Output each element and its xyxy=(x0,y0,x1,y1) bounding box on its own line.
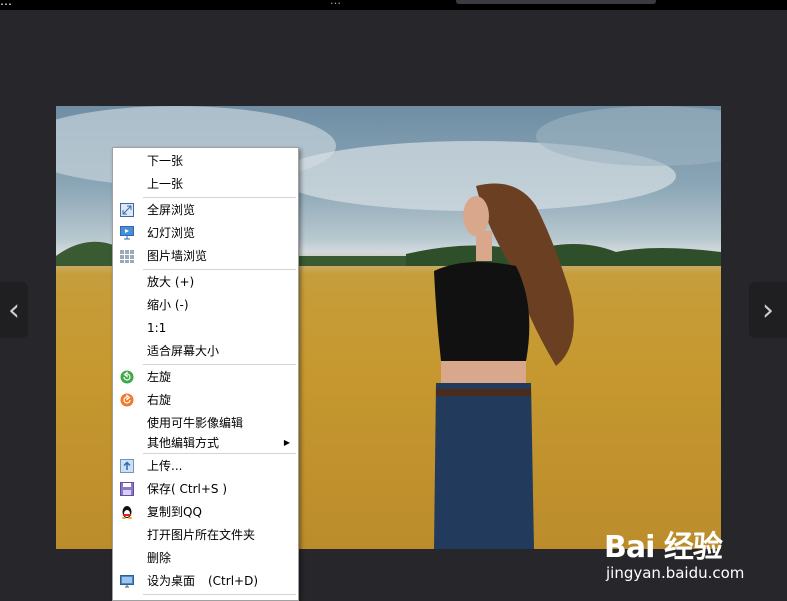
slideshow-icon xyxy=(120,226,134,240)
menu-item-label: 上传... xyxy=(147,459,183,473)
menu-item-label: 幻灯浏览 xyxy=(147,226,196,240)
menu-item-label: 打开图片所在文件夹 xyxy=(147,528,256,542)
title-bar-text: … xyxy=(330,0,341,7)
menu-item-label: 适合屏幕大小 xyxy=(147,344,220,358)
title-bar-search-field[interactable] xyxy=(456,0,656,4)
menu-separator xyxy=(143,594,296,595)
menu-item-label: 其他编辑方式 xyxy=(147,436,220,450)
menu-item-label: 缩小 (-) xyxy=(147,298,189,312)
menu-item-rotate-left[interactable]: 左旋 xyxy=(113,367,298,387)
menu-item-fullscreen[interactable]: 全屏浏览 xyxy=(113,200,298,220)
menu-item-label: 右旋 xyxy=(147,393,172,407)
image-wall-icon xyxy=(120,250,134,263)
menu-item-label: 保存( Ctrl+S ) xyxy=(147,482,228,496)
menu-item-label: 上一张 xyxy=(147,177,184,191)
menu-item-actual-size[interactable]: 1:1 xyxy=(113,318,298,338)
previous-image-button[interactable]: ‹ xyxy=(0,282,28,338)
qq-penguin-icon xyxy=(122,506,132,519)
watermark-url: jingyan.baidu.com xyxy=(606,564,745,582)
rotate-left-icon xyxy=(120,370,134,384)
menu-separator xyxy=(143,197,296,198)
title-bar: … … xyxy=(0,0,787,10)
save-floppy-icon xyxy=(120,482,134,496)
rotate-right-icon xyxy=(120,393,134,407)
menu-item-prev[interactable]: 上一张 xyxy=(113,174,298,194)
menu-item-slideshow[interactable]: 幻灯浏览 xyxy=(113,223,298,243)
menu-item-open-folder[interactable]: 打开图片所在文件夹 xyxy=(113,525,298,545)
menu-item-copy-qq[interactable]: 复制到QQ xyxy=(113,502,298,522)
menu-item-label: 删除 xyxy=(147,551,172,565)
next-image-button[interactable]: › xyxy=(749,282,787,338)
menu-item-label: 全屏浏览 xyxy=(147,203,196,217)
menu-separator xyxy=(143,364,296,365)
chevron-left-icon: ‹ xyxy=(8,292,20,328)
menu-item-label: 设为桌面 xyxy=(147,574,196,588)
menu-item-image-wall[interactable]: 图片墙浏览 xyxy=(113,246,298,266)
menu-item-rotate-right[interactable]: 右旋 xyxy=(113,390,298,410)
menu-item-label: 图片墙浏览 xyxy=(147,249,208,263)
menu-item-zoom-in[interactable]: 放大 (+) xyxy=(113,272,298,292)
menu-item-set-wallpaper[interactable]: 设为桌面 (Ctrl+D) xyxy=(113,571,298,591)
menu-item-save[interactable]: 保存( Ctrl+S ) xyxy=(113,479,298,499)
menu-item-label: 复制到QQ xyxy=(147,505,202,519)
chevron-right-icon: › xyxy=(762,292,774,328)
menu-item-upload[interactable]: 上传... xyxy=(113,456,298,476)
menu-item-label: 左旋 xyxy=(147,370,172,384)
menu-item-delete[interactable]: 删除 xyxy=(113,548,298,568)
context-menu: 下一张 上一张 全屏浏览 幻灯浏览 图片墙浏览 放大 (+) 缩小 (-) 1:… xyxy=(112,147,299,601)
menu-item-edit-keniu[interactable]: 使用可牛影像编辑 xyxy=(113,413,298,433)
menu-separator xyxy=(143,269,296,270)
menu-item-shortcut: (Ctrl+D) xyxy=(208,574,259,588)
watermark-logo: Bai 经验 xyxy=(604,530,723,565)
menu-item-fit-screen[interactable]: 适合屏幕大小 xyxy=(113,341,298,361)
menu-item-label: 1:1 xyxy=(147,321,167,335)
upload-icon xyxy=(120,459,134,473)
submenu-arrow-icon: ▶ xyxy=(283,438,290,447)
fullscreen-icon xyxy=(120,203,134,217)
window-title: … xyxy=(0,0,12,8)
menu-separator xyxy=(143,453,296,454)
menu-item-label: 下一张 xyxy=(147,154,184,168)
desktop-icon xyxy=(120,575,134,588)
menu-item-next[interactable]: 下一张 xyxy=(113,151,298,171)
menu-item-label: 使用可牛影像编辑 xyxy=(147,416,244,430)
menu-item-other-edit[interactable]: 其他编辑方式 ▶ xyxy=(113,433,298,453)
baidu-jingyan-watermark: Bai 经验 jingyan.baidu.com xyxy=(600,510,787,595)
menu-item-zoom-out[interactable]: 缩小 (-) xyxy=(113,295,298,315)
menu-item-label: 放大 (+) xyxy=(147,275,195,289)
